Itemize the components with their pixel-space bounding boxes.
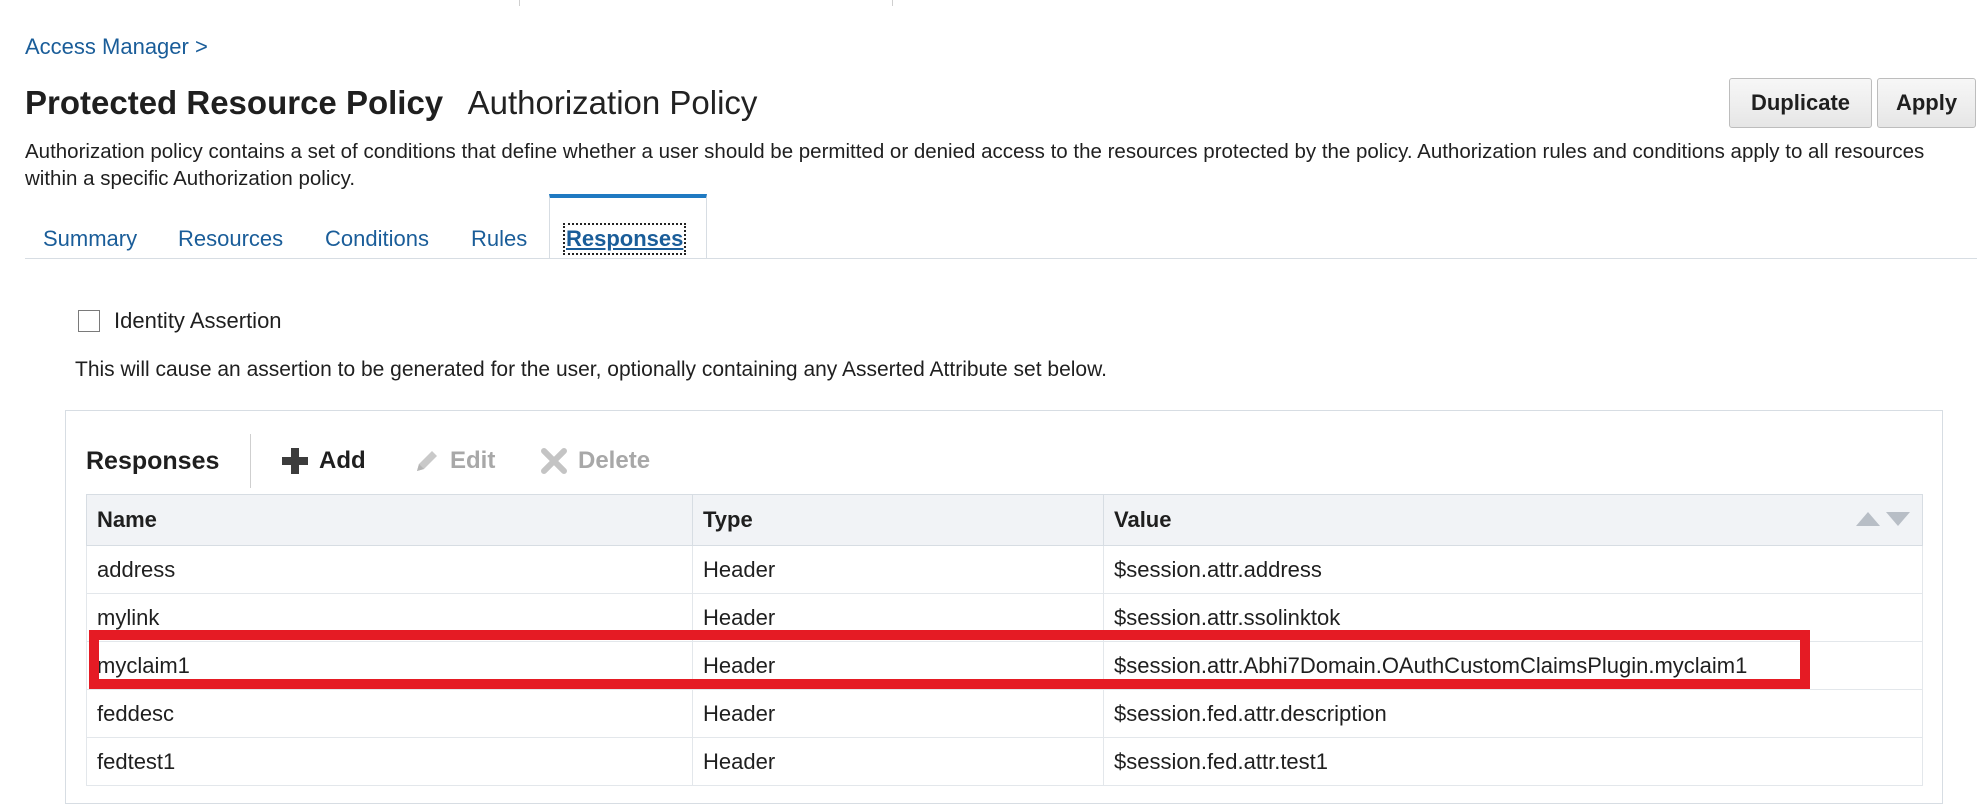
breadcrumb[interactable]: Access Manager > bbox=[25, 34, 208, 60]
assertion-note: This will cause an assertion to be gener… bbox=[75, 358, 1107, 381]
responses-table: Name Type Value address Header $session.… bbox=[86, 494, 1923, 786]
identity-assertion-row: Identity Assertion bbox=[78, 308, 282, 334]
sort-arrows bbox=[1856, 512, 1910, 526]
x-icon bbox=[541, 448, 567, 474]
duplicate-button[interactable]: Duplicate bbox=[1729, 78, 1872, 128]
cell-type: Header bbox=[692, 689, 1104, 738]
edit-button[interactable]: Edit bbox=[414, 447, 495, 475]
plus-icon bbox=[282, 448, 308, 474]
table-row[interactable]: feddesc Header $session.fed.attr.descrip… bbox=[86, 689, 1923, 738]
delete-button[interactable]: Delete bbox=[540, 447, 650, 475]
cell-value: $session.attr.address bbox=[1103, 545, 1923, 594]
cell-value: $session.fed.attr.test1 bbox=[1103, 737, 1923, 786]
sort-descending-icon[interactable] bbox=[1886, 512, 1910, 526]
cell-name: address bbox=[86, 545, 693, 594]
top-strip-separator bbox=[892, 0, 893, 6]
add-label: Add bbox=[319, 447, 366, 474]
responses-title: Responses bbox=[86, 447, 220, 475]
title-bar: Protected Resource Policy Authorization … bbox=[25, 84, 757, 122]
identity-assertion-checkbox[interactable] bbox=[78, 310, 100, 332]
pencil-icon bbox=[417, 451, 437, 471]
sort-ascending-icon[interactable] bbox=[1856, 512, 1880, 526]
cell-name: myclaim1 bbox=[86, 641, 693, 690]
tab-bar: Summary Resources Conditions Rules Respo… bbox=[25, 192, 1977, 259]
identity-assertion-label[interactable]: Identity Assertion bbox=[114, 308, 282, 334]
top-strip-separator bbox=[519, 0, 520, 6]
cell-type: Header bbox=[692, 641, 1104, 690]
apply-button[interactable]: Apply bbox=[1877, 78, 1976, 128]
tab-responses-label[interactable]: Responses bbox=[562, 223, 687, 255]
table-row[interactable]: fedtest1 Header $session.fed.attr.test1 bbox=[86, 737, 1923, 786]
cell-value: $session.attr.ssolinktok bbox=[1103, 593, 1923, 642]
cell-type: Header bbox=[692, 545, 1104, 594]
column-header-value[interactable]: Value bbox=[1103, 494, 1923, 546]
cell-name: mylink bbox=[86, 593, 693, 642]
cell-name: feddesc bbox=[86, 689, 693, 738]
policy-description: Authorization policy contains a set of c… bbox=[25, 140, 1925, 190]
column-header-type[interactable]: Type bbox=[692, 494, 1104, 546]
cell-type: Header bbox=[692, 737, 1104, 786]
column-header-name[interactable]: Name bbox=[86, 494, 693, 546]
top-tab-strip bbox=[0, 0, 1988, 6]
table-row[interactable]: mylink Header $session.attr.ssolinktok bbox=[86, 593, 1923, 642]
delete-label: Delete bbox=[578, 447, 651, 474]
cell-type: Header bbox=[692, 593, 1104, 642]
responses-toolbar: Responses Add Edit Delete bbox=[86, 432, 986, 488]
cell-value: $session.attr.Abhi7Domain.OAuthCustomCla… bbox=[1103, 641, 1923, 690]
table-row[interactable]: address Header $session.attr.address bbox=[86, 545, 1923, 594]
tab-conditions[interactable]: Conditions bbox=[325, 226, 429, 252]
tab-resources[interactable]: Resources bbox=[178, 226, 283, 252]
tab-responses[interactable]: Responses bbox=[549, 194, 707, 258]
toolbar-divider bbox=[250, 434, 251, 488]
page-title: Protected Resource Policy bbox=[25, 84, 444, 121]
page-subtitle: Authorization Policy bbox=[467, 84, 758, 121]
cell-value: $session.fed.attr.description bbox=[1103, 689, 1923, 738]
cell-name: fedtest1 bbox=[86, 737, 693, 786]
tab-rules[interactable]: Rules bbox=[471, 226, 527, 252]
table-row[interactable]: myclaim1 Header $session.attr.Abhi7Domai… bbox=[86, 641, 1923, 690]
column-header-value-label: Value bbox=[1114, 507, 1172, 532]
tab-summary[interactable]: Summary bbox=[43, 226, 137, 252]
table-header-row: Name Type Value bbox=[86, 494, 1923, 546]
add-button[interactable]: Add bbox=[281, 447, 366, 475]
edit-label: Edit bbox=[450, 447, 496, 474]
